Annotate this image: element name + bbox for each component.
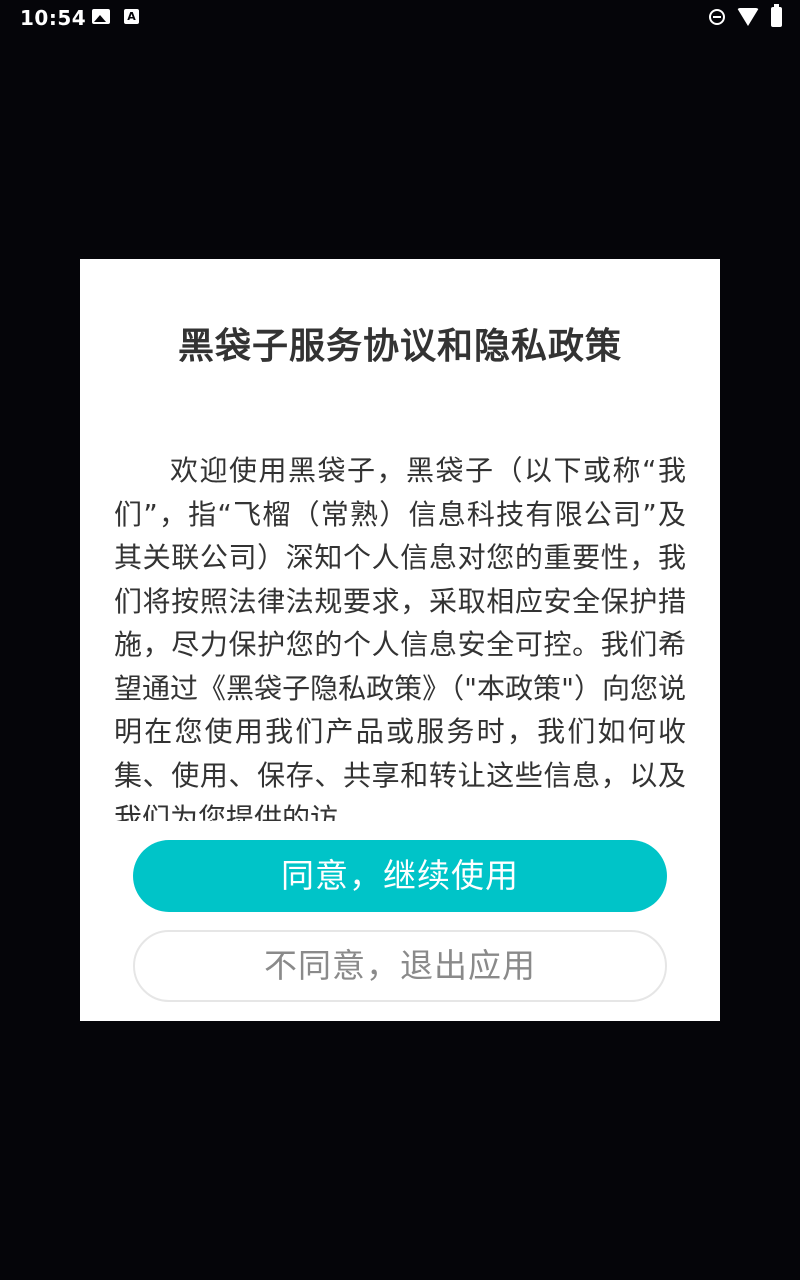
privacy-dialog: 黑袋子服务协议和隐私政策 欢迎使用黑袋子，黑袋子（以下或称“我们”，指“飞榴（常…: [80, 259, 720, 1021]
status-bar: 10:54 A: [0, 0, 800, 36]
agree-button[interactable]: 同意，继续使用: [133, 840, 667, 912]
policy-text-scroll[interactable]: 欢迎使用黑袋子，黑袋子（以下或称“我们”，指“飞榴（常熟）信息科技有限公司”及其…: [114, 449, 686, 821]
a-notification-icon: A: [124, 9, 139, 24]
screen: 10:54 A 黑袋子服务协议和隐私政策 欢迎使用黑袋子，黑袋子（以下或称“我们…: [0, 0, 800, 1280]
disagree-button[interactable]: 不同意，退出应用: [133, 930, 667, 1002]
status-notification-icons: A: [92, 9, 139, 24]
status-time: 10:54: [20, 6, 87, 30]
policy-text: 欢迎使用黑袋子，黑袋子（以下或称“我们”，指“飞榴（常熟）信息科技有限公司”及其…: [114, 454, 686, 821]
do-not-disturb-icon: [709, 9, 725, 25]
status-system-icons: [709, 4, 782, 27]
image-icon: [92, 9, 110, 24]
wifi-icon: [737, 8, 759, 26]
dialog-title: 黑袋子服务协议和隐私政策: [177, 326, 622, 367]
battery-icon: [771, 4, 782, 27]
